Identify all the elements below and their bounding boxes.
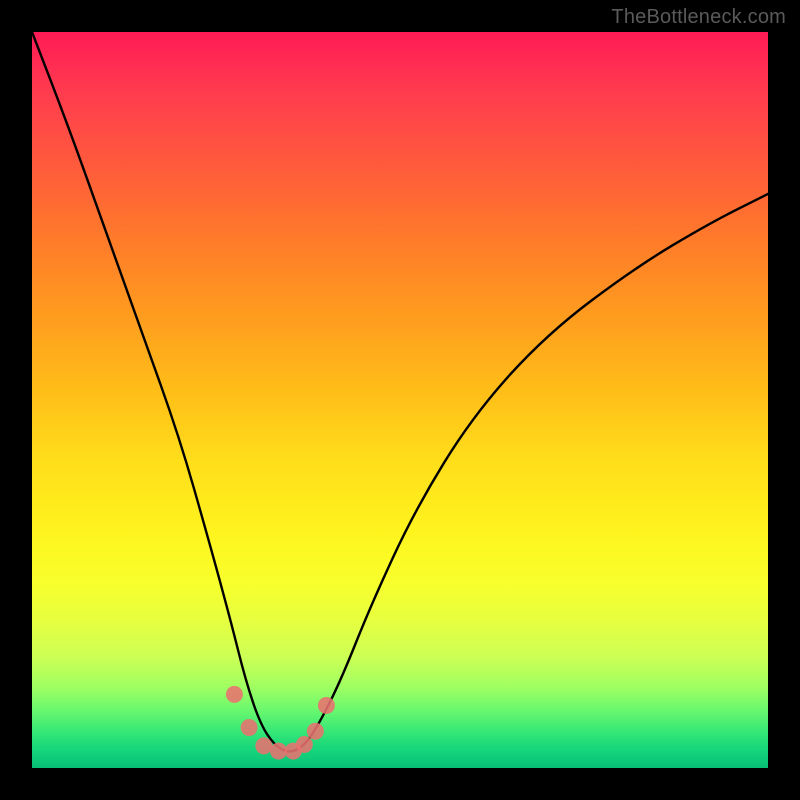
data-marker: [296, 736, 313, 753]
data-marker: [270, 743, 287, 760]
plot-area: [32, 32, 768, 768]
chart-svg: [32, 32, 768, 768]
data-marker: [307, 723, 324, 740]
curve-line: [32, 32, 768, 751]
data-marker: [241, 719, 258, 736]
data-marker: [226, 686, 243, 703]
data-marker: [318, 697, 335, 714]
curve-path: [32, 32, 768, 751]
data-marker: [255, 737, 272, 754]
chart-frame: TheBottleneck.com: [0, 0, 800, 800]
watermark-text: TheBottleneck.com: [611, 6, 786, 29]
